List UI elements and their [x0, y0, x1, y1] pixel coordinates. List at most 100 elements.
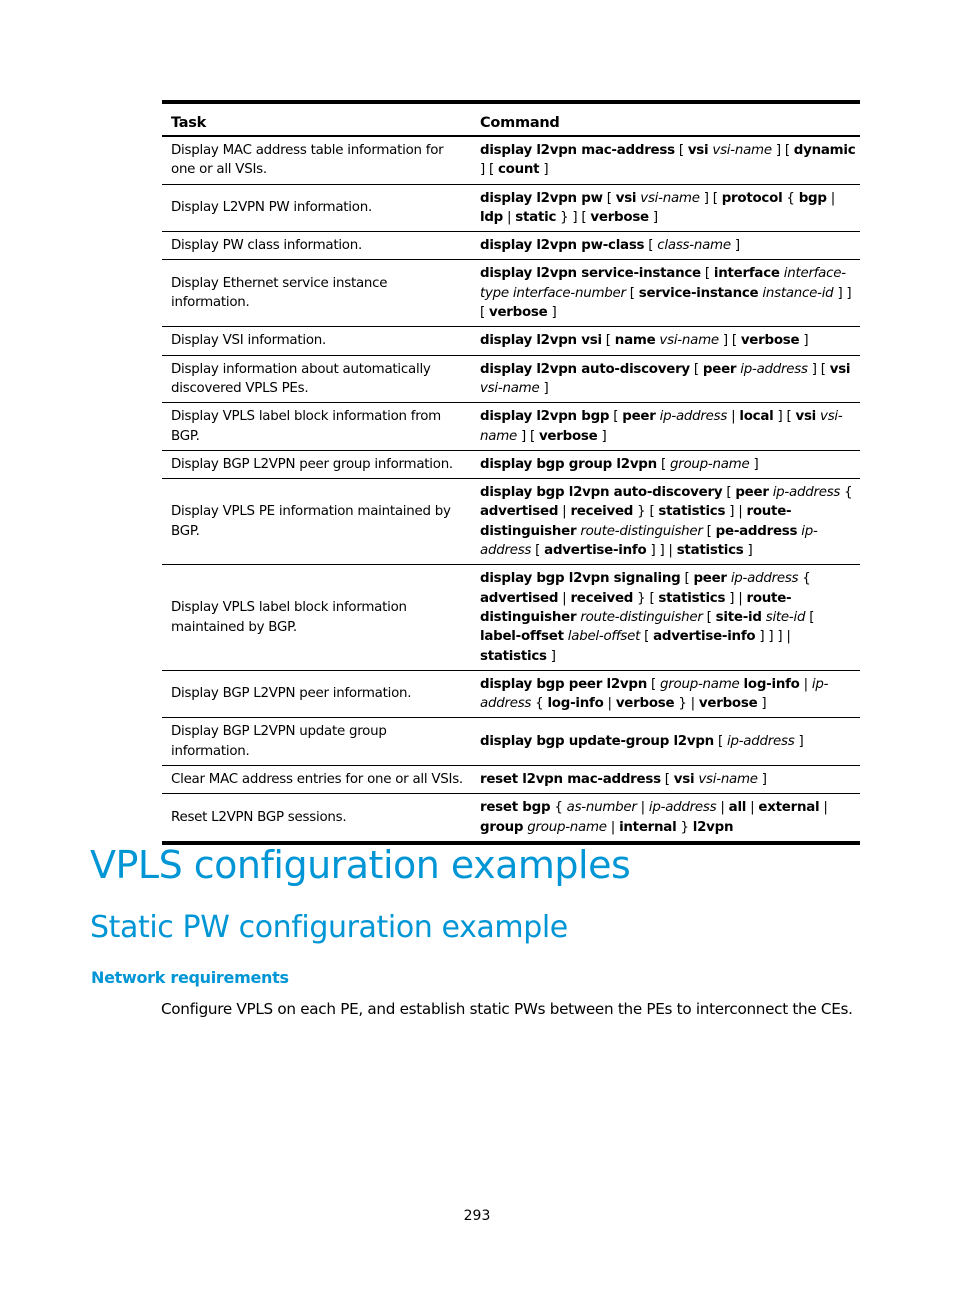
command-keyword: received	[570, 504, 634, 520]
task-cell: Display L2VPN PW information.	[162, 184, 471, 233]
table-row: Display VSI information. display l2vpn vs…	[162, 326, 860, 356]
command-keyword: vsi	[829, 361, 851, 377]
task-cell: Display PW class information.	[162, 231, 471, 261]
command-syntax: [	[656, 456, 670, 472]
command-syntax: [	[700, 266, 714, 282]
command-syntax: {	[531, 696, 548, 712]
command-keyword: advertise-info	[544, 543, 647, 559]
command-argument: ip-address	[659, 409, 728, 425]
command-syntax: ]	[539, 162, 549, 178]
command-syntax: {	[840, 485, 853, 501]
command-keyword: group	[480, 819, 524, 835]
command-keyword: verbose	[698, 696, 758, 712]
command-keyword: service-instance	[638, 285, 759, 301]
command-keyword: vsi	[615, 190, 637, 206]
task-cell: Display information about automatically …	[162, 355, 471, 404]
command-argument: vsi-name	[712, 143, 772, 158]
command-syntax: {	[782, 190, 799, 206]
task-cell: Display Ethernet service instance inform…	[162, 259, 471, 328]
table-row: Display BGP L2VPN peer information. displ…	[162, 670, 860, 719]
command-syntax: } [	[633, 590, 659, 606]
command-keyword: peer	[622, 409, 656, 425]
command-keyword: display bgp l2vpn signaling	[480, 571, 681, 587]
command-keyword: internal	[619, 819, 677, 835]
command-syntax: [	[640, 629, 654, 645]
command-argument: as-number	[566, 800, 637, 816]
command-keyword: local	[739, 409, 774, 425]
command-cell: display l2vpn mac-address [ vsi vsi-name…	[471, 136, 860, 185]
command-syntax: |	[746, 800, 759, 816]
command-argument: ip-address	[740, 361, 808, 377]
command-keyword: reset l2vpn mac-address	[480, 772, 661, 788]
command-keyword: display l2vpn pw-class	[480, 238, 645, 254]
command-syntax: [	[609, 409, 623, 425]
command-syntax: ] [	[699, 190, 722, 206]
task-cell: Display VSI information.	[162, 326, 471, 356]
table-row: Display PW class information. display l2v…	[162, 231, 860, 261]
command-cell: display l2vpn pw-class [ class-name ]	[471, 231, 860, 261]
command-syntax: [	[647, 676, 661, 692]
body-paragraph: Configure VPLS on each PE, and establish…	[161, 1000, 853, 1018]
command-syntax: |	[558, 590, 571, 606]
command-syntax: {	[550, 800, 567, 816]
command-syntax: [	[531, 543, 545, 559]
command-keyword: log-info	[743, 676, 800, 692]
task-cell: Display BGP L2VPN update group informati…	[162, 717, 471, 767]
command-syntax: |	[606, 819, 620, 835]
command-argument: vsi-name	[698, 772, 758, 788]
command-argument: ip-address	[730, 571, 799, 587]
command-keyword: l2vpn	[692, 819, 734, 835]
command-keyword: name	[614, 333, 656, 349]
table-row: Display L2VPN PW information. display l2v…	[162, 184, 860, 233]
command-syntax: |	[819, 800, 828, 816]
command-syntax: |	[826, 190, 836, 206]
table-row: Display VPLS label block information fro…	[162, 402, 860, 451]
command-syntax: }	[676, 819, 693, 835]
command-syntax: |	[503, 209, 516, 225]
header-task: Task	[162, 100, 471, 137]
table-header-row: Task Command	[162, 100, 860, 137]
command-syntax: [	[722, 485, 736, 501]
command-keyword: peer	[735, 485, 769, 501]
command-keyword: advertised	[480, 590, 559, 606]
command-argument: instance-id	[762, 285, 834, 301]
subsubsection-heading: Network requirements	[91, 968, 289, 987]
command-syntax: |	[636, 800, 649, 816]
command-syntax: ]	[539, 380, 549, 396]
command-keyword: count	[497, 162, 540, 178]
command-syntax: } |	[674, 696, 699, 712]
command-cell: display bgp update-group l2vpn [ ip-addr…	[471, 717, 860, 767]
command-syntax: [	[602, 190, 616, 206]
command-keyword: vsi	[687, 143, 709, 158]
command-syntax: [	[702, 609, 716, 625]
section-heading: VPLS configuration examples	[90, 843, 631, 887]
command-table: Task Command Display MAC address table i…	[162, 100, 860, 845]
command-cell: display bgp peer l2vpn [ group-name log-…	[471, 670, 860, 719]
task-cell: Display VPLS PE information maintained b…	[162, 478, 471, 566]
table-row: Clear MAC address entries for one or all…	[162, 765, 860, 795]
task-cell: Display VPLS label block information fro…	[162, 402, 471, 451]
command-keyword: reset bgp	[480, 800, 551, 816]
command-syntax: ] [	[718, 333, 741, 349]
command-cell: display l2vpn vsi [ name vsi-name ] [ ve…	[471, 326, 860, 356]
command-syntax: ] ] ] |	[755, 629, 791, 645]
command-syntax: ]	[794, 734, 804, 750]
command-argument: group-name	[669, 456, 750, 472]
command-keyword: display l2vpn service-instance	[480, 266, 701, 282]
command-keyword: display bgp update-group l2vpn	[480, 734, 714, 750]
command-syntax: ] [	[516, 428, 539, 444]
command-syntax: } [	[633, 504, 659, 520]
command-keyword: interface	[713, 266, 780, 282]
command-cell: display l2vpn service-instance [ interfa…	[471, 259, 860, 328]
command-argument: vsi-name	[659, 333, 719, 349]
command-argument: vsi-name	[640, 190, 700, 206]
command-argument: label-offset	[567, 629, 641, 645]
command-keyword: statistics	[480, 648, 547, 664]
command-keyword: display l2vpn bgp	[480, 409, 610, 425]
command-keyword: verbose	[590, 209, 649, 225]
task-cell: Reset L2VPN BGP sessions.	[162, 793, 471, 845]
command-keyword: advertise-info	[653, 629, 756, 645]
command-keyword: statistics	[676, 543, 744, 559]
command-syntax: } ] [	[556, 209, 591, 225]
command-keyword: display l2vpn mac-address	[480, 143, 675, 158]
